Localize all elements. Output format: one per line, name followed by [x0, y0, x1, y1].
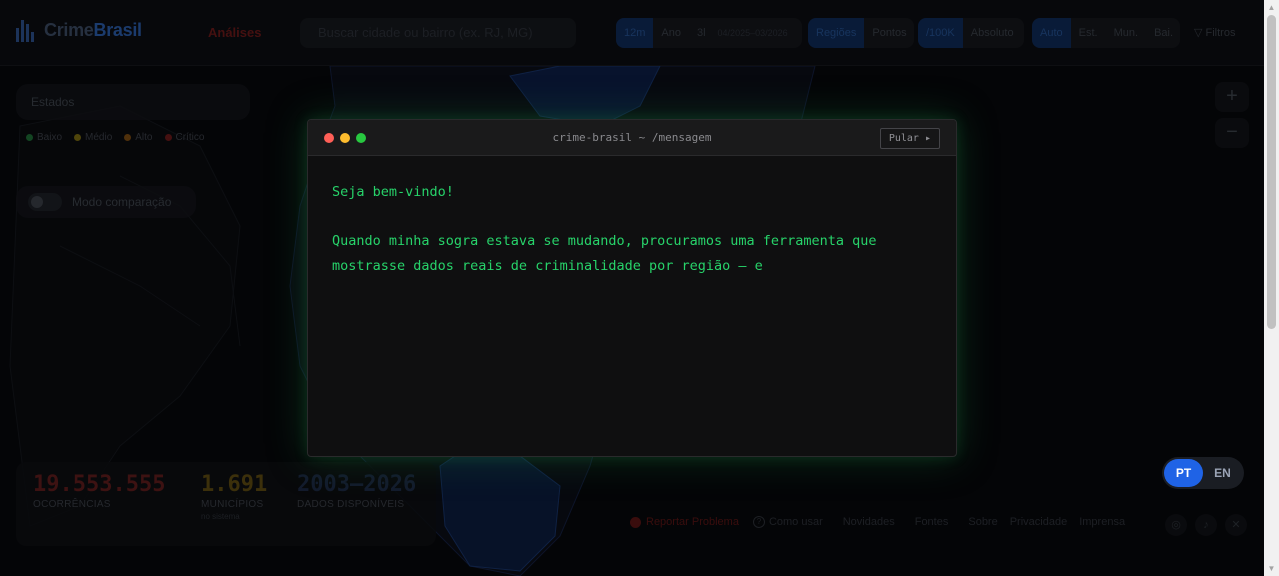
welcome-line: Seja bem-vindo! — [332, 184, 454, 200]
language-option-pt[interactable]: PT — [1164, 459, 1203, 487]
language-option-en[interactable]: EN — [1203, 459, 1242, 487]
language-switcher: PT EN — [1162, 457, 1244, 489]
story-line: Quando minha sogra estava se mudando, pr… — [332, 233, 877, 274]
terminal-titlebar: crime-brasil ~ /mensagem Pular ▸ — [308, 120, 956, 156]
scroll-up-icon[interactable]: ▲ — [1267, 3, 1276, 12]
welcome-terminal-modal: crime-brasil ~ /mensagem Pular ▸ Seja be… — [307, 119, 957, 457]
terminal-title: crime-brasil ~ /mensagem — [552, 131, 712, 144]
skip-button[interactable]: Pular ▸ — [879, 128, 940, 149]
scrollbar-thumb[interactable] — [1267, 15, 1276, 329]
page-scrollbar[interactable]: ▲ ▼ — [1264, 0, 1279, 576]
scroll-down-icon[interactable]: ▼ — [1267, 564, 1276, 573]
terminal-message: Seja bem-vindo! Quando minha sogra estav… — [332, 180, 932, 303]
app-page: CrimeBrasil Análises Buscar cidade ou ba… — [0, 0, 1279, 576]
